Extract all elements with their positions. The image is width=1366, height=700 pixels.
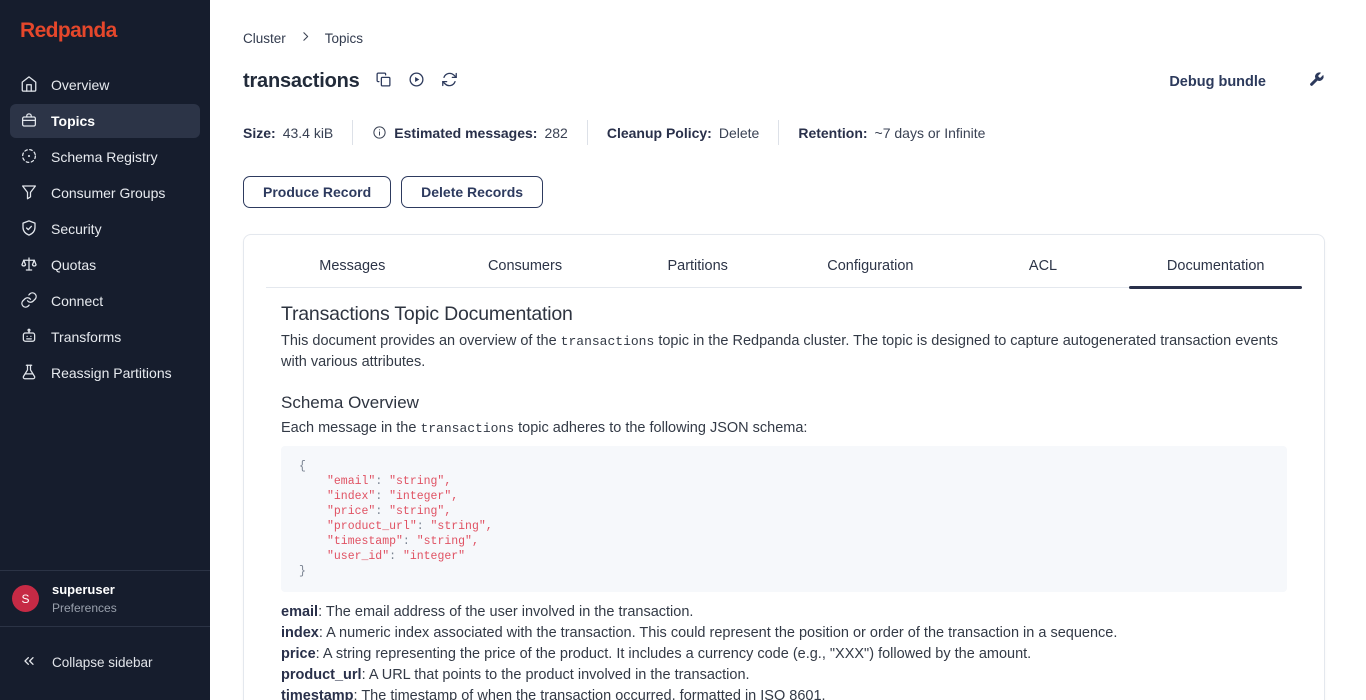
scales-icon <box>20 255 38 276</box>
link-icon <box>20 291 38 312</box>
collapse-sidebar-label: Collapse sidebar <box>52 655 153 670</box>
field-desc-email: email: The email address of the user inv… <box>281 602 1285 623</box>
divider <box>352 120 353 145</box>
sidebar-item-label: Topics <box>51 113 95 129</box>
page-title: transactions <box>243 70 360 93</box>
sidebar-item-label: Quotas <box>51 257 96 273</box>
schema-overview-heading: Schema Overview <box>281 393 1285 413</box>
flask-icon <box>20 363 38 384</box>
sidebar-item-label: Reassign Partitions <box>51 365 172 381</box>
stat-cleanup-policy: Cleanup Policy:Delete <box>607 125 760 141</box>
title-row: transactions Debug bundle <box>243 70 1325 93</box>
divider <box>587 120 588 145</box>
home-icon <box>20 75 38 96</box>
user-name: superuser <box>52 582 117 598</box>
sidebar-item-overview[interactable]: Overview <box>10 68 200 102</box>
doc-title: Transactions Topic Documentation <box>281 303 1285 326</box>
breadcrumb-topics[interactable]: Topics <box>325 31 363 46</box>
tab-documentation[interactable]: Documentation <box>1129 248 1302 287</box>
stat-size: Size:43.4 kiB <box>243 125 333 141</box>
info-icon[interactable] <box>372 125 387 140</box>
chevron-right-icon <box>299 30 312 46</box>
tab-configuration[interactable]: Configuration <box>784 248 957 287</box>
avatar: S <box>12 585 39 612</box>
sidebar: Redpanda Overview Topics Schema Registry… <box>0 0 210 700</box>
sidebar-item-label: Consumer Groups <box>51 185 165 201</box>
tab-partitions[interactable]: Partitions <box>611 248 784 287</box>
doc-intro: This document provides an overview of th… <box>281 331 1285 373</box>
sidebar-item-transforms[interactable]: Transforms <box>10 320 200 354</box>
divider <box>778 120 779 145</box>
tab-consumers[interactable]: Consumers <box>439 248 612 287</box>
sidebar-item-reassign-partitions[interactable]: Reassign Partitions <box>10 356 200 390</box>
refresh-icon[interactable] <box>441 71 458 93</box>
schema-intro: Each message in the transactions topic a… <box>281 418 1285 439</box>
stat-retention: Retention:~7 days or Infinite <box>798 125 985 141</box>
produce-record-button[interactable]: Produce Record <box>243 176 391 208</box>
breadcrumb-cluster[interactable]: Cluster <box>243 31 286 46</box>
chevrons-left-icon <box>21 653 37 672</box>
sidebar-item-connect[interactable]: Connect <box>10 284 200 318</box>
sidebar-item-consumer-groups[interactable]: Consumer Groups <box>10 176 200 210</box>
inline-code: transactions <box>420 421 514 436</box>
topic-card: Messages Consumers Partitions Configurat… <box>243 234 1325 700</box>
sidebar-item-label: Security <box>51 221 102 237</box>
redpanda-logo: Redpanda <box>0 0 210 43</box>
robot-icon <box>20 327 38 348</box>
tab-messages[interactable]: Messages <box>266 248 439 287</box>
tab-acl[interactable]: ACL <box>957 248 1130 287</box>
field-desc-timestamp: timestamp: The timestamp of when the tra… <box>281 686 1285 700</box>
field-desc-price: price: A string representing the price o… <box>281 644 1285 665</box>
user-section[interactable]: S superuser Preferences <box>0 570 210 626</box>
play-circle-icon[interactable] <box>408 71 425 93</box>
copy-icon[interactable] <box>375 71 392 93</box>
wrench-icon[interactable] <box>1308 71 1325 93</box>
collapse-sidebar-button[interactable]: Collapse sidebar <box>0 626 210 700</box>
funnel-icon <box>20 183 38 204</box>
field-descriptions: email: The email address of the user inv… <box>281 602 1285 700</box>
field-desc-index: index: A numeric index associated with t… <box>281 623 1285 644</box>
debug-bundle-link[interactable]: Debug bundle <box>1169 74 1266 90</box>
topic-stats: Size:43.4 kiB Estimated messages:282 Cle… <box>243 120 1325 145</box>
preferences-link[interactable]: Preferences <box>52 601 117 615</box>
breadcrumb: Cluster Topics <box>243 30 1325 46</box>
inline-code: transactions <box>561 334 655 349</box>
topics-box-icon <box>20 111 38 132</box>
topic-tabs: Messages Consumers Partitions Configurat… <box>266 235 1302 288</box>
delete-records-button[interactable]: Delete Records <box>401 176 543 208</box>
sidebar-item-label: Overview <box>51 77 109 93</box>
sidebar-item-schema-registry[interactable]: Schema Registry <box>10 140 200 174</box>
sidebar-nav: Overview Topics Schema Registry Consumer… <box>0 68 210 392</box>
shield-check-icon <box>20 219 38 240</box>
stat-estimated-messages: Estimated messages:282 <box>372 125 568 141</box>
schema-registry-icon <box>20 147 38 168</box>
app-root: Redpanda Overview Topics Schema Registry… <box>0 0 1366 700</box>
documentation-content: Transactions Topic Documentation This do… <box>244 288 1324 700</box>
topic-actions: Produce Record Delete Records <box>243 176 1325 208</box>
field-desc-product-url: product_url: A URL that points to the pr… <box>281 665 1285 686</box>
sidebar-item-label: Transforms <box>51 329 121 345</box>
json-schema-code-block: { "email": "string", "index": "integer",… <box>281 446 1287 592</box>
sidebar-item-security[interactable]: Security <box>10 212 200 246</box>
sidebar-item-label: Schema Registry <box>51 149 158 165</box>
main-content: Cluster Topics transactions Debug bundle… <box>210 0 1366 700</box>
sidebar-item-quotas[interactable]: Quotas <box>10 248 200 282</box>
sidebar-item-topics[interactable]: Topics <box>10 104 200 138</box>
sidebar-item-label: Connect <box>51 293 103 309</box>
